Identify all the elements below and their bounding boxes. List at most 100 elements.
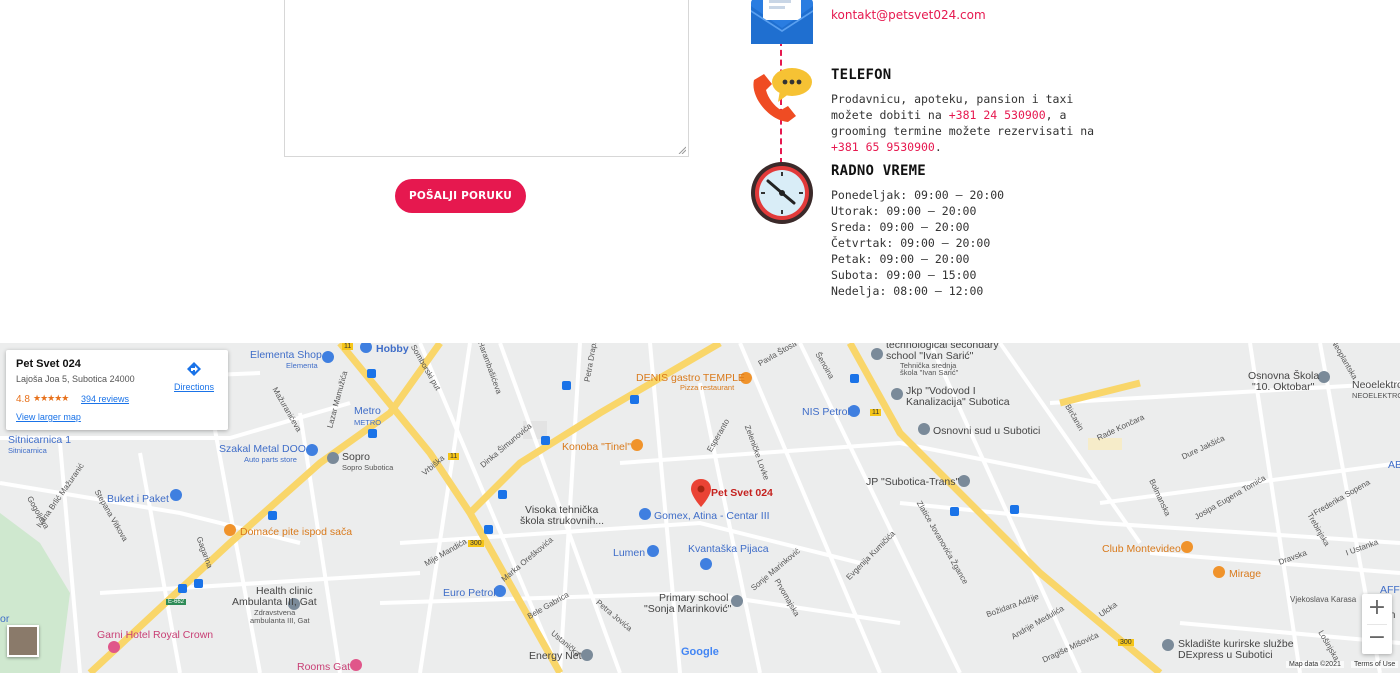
hours-monday: Ponedeljak: 09:00 – 20:00 <box>831 188 1005 202</box>
bus-stop-icon[interactable] <box>1010 505 1019 514</box>
send-message-button[interactable]: POŠALJI PORUKU <box>395 179 526 213</box>
bus-stop-icon[interactable] <box>484 525 493 534</box>
poi-ab[interactable]: AB <box>1388 459 1400 471</box>
hours-wednesday: Sreda: 09:00 – 20:00 <box>831 220 970 234</box>
bus-stop-icon[interactable] <box>368 429 377 438</box>
bus-stop-icon[interactable] <box>850 374 859 383</box>
message-textarea[interactable] <box>284 0 689 157</box>
poi-skladiste2[interactable]: DExpress u Subotici <box>1178 649 1273 661</box>
poi-euro-petrol[interactable]: Euro Petrol <box>443 587 496 599</box>
google-logo-text: Google <box>681 646 719 658</box>
phone-link-1[interactable]: +381 24 530900 <box>949 108 1046 122</box>
shop-pin-icon[interactable] <box>170 489 182 501</box>
bar-pin-icon[interactable] <box>1181 541 1193 553</box>
rating-stars-icon: ★★★★★ <box>33 393 69 403</box>
shop-pin-icon[interactable] <box>494 585 506 597</box>
zoom-out-button[interactable]: − <box>1362 624 1392 654</box>
bus-stop-icon[interactable] <box>178 584 187 593</box>
shop-pin-icon[interactable] <box>700 558 712 570</box>
poi-elementa[interactable]: Elementa Shop <box>250 349 322 361</box>
place-card: Pet Svet 024 Lajoša Joa 5, Subotica 2400… <box>6 350 228 430</box>
place-pin-icon[interactable] <box>891 388 903 400</box>
road-shield-300: 300 <box>468 540 484 547</box>
phone-link-2[interactable]: +381 65 9530900 <box>831 140 935 154</box>
poi-metro[interactable]: Metro <box>354 405 381 417</box>
poi-konoba[interactable]: Konoba "Tinel" <box>562 441 631 453</box>
bus-stop-icon[interactable] <box>541 436 550 445</box>
email-link[interactable]: kontakt@petsvet024.com <box>831 8 986 22</box>
poi-osnovni-sud[interactable]: Osnovni sud u Subotici <box>933 425 1040 437</box>
street-label: Vjekoslava Karasa <box>1290 595 1357 604</box>
street-view-thumbnail[interactable] <box>7 625 39 657</box>
zoom-in-button[interactable]: + <box>1362 594 1392 624</box>
directions-icon[interactable] <box>186 361 202 377</box>
view-larger-map-link[interactable]: View larger map <box>16 412 81 422</box>
poi-sitnicarnica[interactable]: Sitnicarnica 1 <box>8 434 71 446</box>
resize-grip-icon[interactable] <box>678 146 686 154</box>
school-pin-icon[interactable] <box>731 595 743 607</box>
place-pin-icon[interactable] <box>958 475 970 487</box>
hours-thursday: Četvrtak: 09:00 – 20:00 <box>831 236 991 250</box>
shop-pin-icon[interactable] <box>306 444 318 456</box>
poi-kvantaska[interactable]: Kvantaška Pijaca <box>688 543 769 555</box>
poi-health2[interactable]: Ambulanta III, Gat <box>232 596 317 608</box>
hours-tuesday: Utorak: 09:00 – 20:00 <box>831 204 977 218</box>
place-pin-icon[interactable] <box>581 649 593 661</box>
hotel-pin-icon[interactable] <box>350 659 362 671</box>
bus-stop-icon[interactable] <box>194 579 203 588</box>
shop-pin-icon[interactable] <box>322 351 334 363</box>
poi-gomex[interactable]: Gomex, Atina - Centar III <box>654 510 770 522</box>
shop-pin-icon[interactable] <box>647 545 659 557</box>
poi-visoka2[interactable]: škola strukovnih... <box>520 515 604 527</box>
place-pin-icon[interactable] <box>918 423 930 435</box>
poi-metro-sub: METRO <box>354 418 382 427</box>
directions-link[interactable]: Directions <box>174 382 214 392</box>
map-data-attribution: Map data ©2021 <box>1286 661 1344 668</box>
poi-or[interactable]: or <box>0 613 9 625</box>
poi-sopro[interactable]: Sopro <box>342 451 370 463</box>
shop-pin-icon[interactable] <box>639 508 651 520</box>
terms-of-use-link[interactable]: Terms of Use <box>1351 661 1399 668</box>
poi-hobby[interactable]: Hobby <box>376 343 409 355</box>
school-pin-icon[interactable] <box>871 348 883 360</box>
school-pin-icon[interactable] <box>1318 371 1330 383</box>
poi-szakal[interactable]: Szakal Metal DOO <box>219 443 306 455</box>
poi-energy-net[interactable]: Energy Net <box>529 650 582 662</box>
place-rating: 4.8 <box>16 394 30 405</box>
bus-stop-icon[interactable] <box>630 395 639 404</box>
poi-jp[interactable]: JP "Subotica-Trans" <box>866 476 959 488</box>
restaurant-pin-icon[interactable] <box>631 439 643 451</box>
poi-osnovna2[interactable]: "10. Oktobar" <box>1252 381 1314 393</box>
poi-rooms[interactable]: Rooms Gat <box>297 661 350 673</box>
bus-stop-icon[interactable] <box>950 507 959 516</box>
reviews-link[interactable]: 394 reviews <box>81 394 129 404</box>
poi-szakal-sub: Auto parts store <box>244 455 297 464</box>
poi-primary2[interactable]: "Sonja Marinković" <box>644 603 731 615</box>
poi-club[interactable]: Club Montevideo <box>1102 543 1181 555</box>
hotel-pin-icon[interactable] <box>108 641 120 653</box>
road-shield-11: 11 <box>448 453 460 460</box>
poi-lumen[interactable]: Lumen <box>613 547 645 559</box>
hours-title: RADNO VREME <box>831 163 926 179</box>
bus-stop-icon[interactable] <box>268 511 277 520</box>
phone-chat-icon <box>753 68 812 122</box>
poi-neo[interactable]: Neoelektro <box>1352 379 1400 391</box>
marker-label[interactable]: Pet Svet 024 <box>711 487 773 499</box>
bus-stop-icon[interactable] <box>498 490 507 499</box>
restaurant-pin-icon[interactable] <box>1213 566 1225 578</box>
place-pin-icon[interactable] <box>1162 639 1174 651</box>
poi-buket[interactable]: Buket i Paket <box>107 493 169 505</box>
poi-mirage[interactable]: Mirage <box>1229 568 1261 580</box>
google-logo: Google <box>681 646 719 658</box>
poi-jkp2[interactable]: Kanalizacija" Subotica <box>906 396 1010 408</box>
poi-sitnicarnica-sub: Sitnicarnica <box>8 446 47 455</box>
place-pin-icon[interactable] <box>327 452 339 464</box>
bus-stop-icon[interactable] <box>562 381 571 390</box>
restaurant-pin-icon[interactable] <box>224 524 236 536</box>
poi-garni[interactable]: Garni Hotel Royal Crown <box>97 629 213 641</box>
poi-domace[interactable]: Domaće pite ispod sača <box>240 526 352 538</box>
embedded-map[interactable]: 11 11 11 300 300 E-662 Somborski put Laz… <box>0 343 1400 673</box>
bus-stop-icon[interactable] <box>367 369 376 378</box>
location-pin-icon[interactable] <box>691 479 711 507</box>
poi-nis[interactable]: NIS Petrol <box>802 406 850 418</box>
